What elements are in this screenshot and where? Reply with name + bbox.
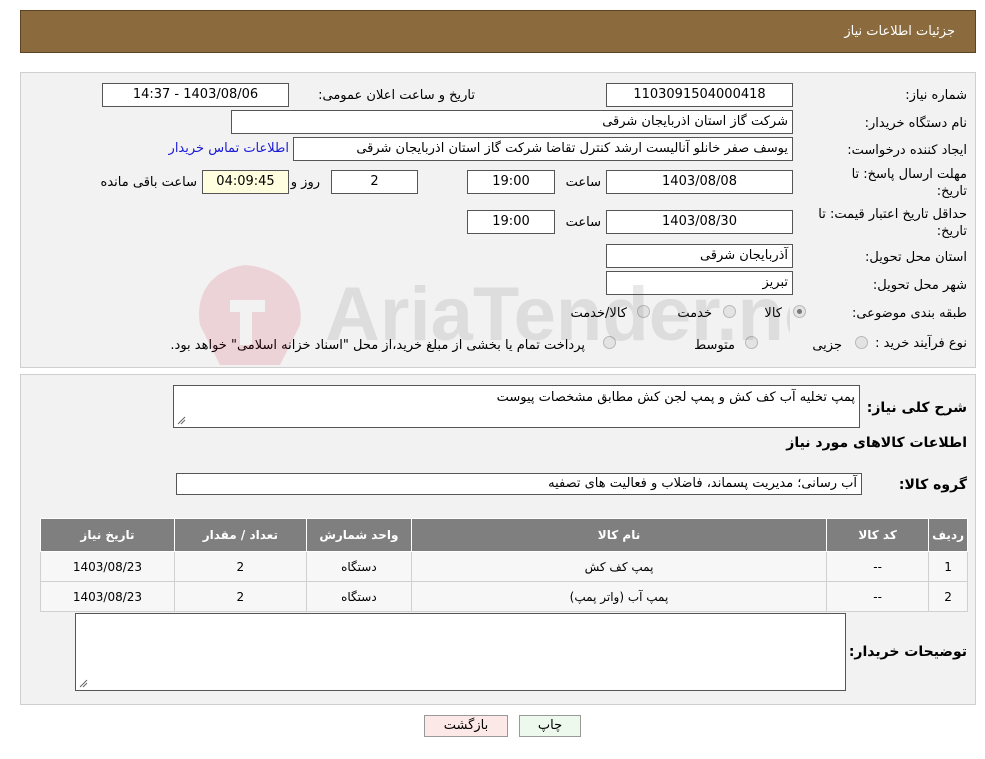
creator-field[interactable]: یوسف صفر خانلو آنالیست ارشد کنترل تقاضا …	[293, 137, 793, 161]
col-item-name: نام کالا	[411, 518, 827, 552]
process-radio-medium[interactable]	[745, 336, 758, 349]
city-label: شهر محل تحویل:	[872, 278, 967, 293]
print-button[interactable]: چاپ	[519, 715, 581, 737]
col-quantity: تعداد / مقدار	[173, 518, 307, 552]
goods-group-field[interactable]: آب رسانی؛ مدیریت پسماند، فاضلاب و فعالیت…	[176, 473, 862, 495]
cell-item-name: پمپ آب (واتر پمپ)	[411, 581, 827, 612]
validity-date-field[interactable]: 1403/08/30	[606, 210, 793, 234]
cell-need-date: 1403/08/23	[40, 551, 175, 582]
back-button[interactable]: بازگشت	[424, 715, 508, 737]
buyer-contact-link[interactable]: اطلاعات تماس خریدار	[169, 141, 289, 156]
resize-grip-icon[interactable]	[79, 679, 88, 688]
goods-info-title: اطلاعات کالاهای مورد نیاز	[786, 435, 967, 451]
need-number-label: شماره نیاز:	[905, 88, 967, 103]
category-label: طبقه بندی موضوعی:	[851, 306, 967, 321]
buyer-notes-textarea[interactable]	[75, 613, 846, 691]
validity-time-word: ساعت	[565, 215, 601, 230]
cell-row-number: 1	[928, 551, 968, 582]
cell-item-code: --	[825, 551, 930, 582]
description-text: پمپ تخلیه آب کف کش و پمپ لجن کش مطابق مش…	[496, 390, 855, 405]
cell-need-date: 1403/08/23	[40, 581, 175, 612]
announce-field[interactable]: 1403/08/06 - 14:37	[102, 83, 289, 107]
goods-table: ردیف کد کالا نام کالا واحد شمارش تعداد /…	[40, 518, 968, 612]
col-row-number: ردیف	[928, 518, 968, 552]
validity-time-field[interactable]: 19:00	[467, 210, 555, 234]
announce-label: تاریخ و ساعت اعلان عمومی:	[318, 88, 475, 103]
creator-label: ایجاد کننده درخواست:	[847, 143, 967, 158]
description-textarea[interactable]: پمپ تخلیه آب کف کش و پمپ لجن کش مطابق مش…	[173, 385, 860, 428]
table-row: 1 -- پمپ کف کش دستگاه 2 1403/08/23	[40, 551, 968, 582]
process-option-medium: متوسط	[694, 338, 735, 353]
process-radio-minor[interactable]	[855, 336, 868, 349]
cell-unit: دستگاه	[305, 551, 413, 582]
table-row: 2 -- پمپ آب (واتر پمپ) دستگاه 2 1403/08/…	[40, 581, 968, 612]
table-header-row: ردیف کد کالا نام کالا واحد شمارش تعداد /…	[40, 518, 968, 552]
province-label: استان محل تحویل:	[865, 250, 967, 265]
cell-row-number: 2	[928, 581, 968, 612]
page-title: جزئیات اطلاعات نیاز	[844, 24, 955, 39]
validity-label-line2: تاریخ:	[936, 224, 967, 239]
category-option-goods: کالا	[764, 306, 782, 321]
cell-item-name: پمپ کف کش	[411, 551, 827, 582]
need-number-field[interactable]: 1103091504000418	[606, 83, 793, 107]
province-field[interactable]: آذربایجان شرقی	[606, 244, 793, 268]
city-field[interactable]: تبریز	[606, 271, 793, 295]
page-header: جزئیات اطلاعات نیاز	[20, 10, 976, 53]
resize-grip-icon[interactable]	[177, 416, 186, 425]
deadline-time-word: ساعت	[565, 175, 601, 190]
buyer-org-field[interactable]: شرکت گاز استان اذربایجان شرقی	[231, 110, 793, 134]
deadline-label-line2: تاریخ:	[936, 184, 967, 199]
buyer-notes-label: توضیحات خریدار:	[848, 644, 967, 660]
cell-unit: دستگاه	[305, 581, 413, 612]
cell-quantity: 2	[173, 551, 307, 582]
process-treasury-note: پرداخت تمام یا بخشی از مبلغ خرید،از محل …	[170, 338, 585, 353]
process-option-minor: جزیی	[812, 338, 842, 353]
cell-quantity: 2	[173, 581, 307, 612]
goods-group-label: گروه کالا:	[898, 477, 967, 493]
deadline-time-field[interactable]: 19:00	[467, 170, 555, 194]
deadline-label-line1: مهلت ارسال پاسخ: تا	[851, 167, 967, 182]
category-radio-service[interactable]	[723, 305, 736, 318]
remaining-time-field: 04:09:45	[202, 170, 289, 194]
validity-label-line1: حداقل تاریخ اعتبار قیمت: تا	[818, 207, 967, 222]
col-unit: واحد شمارش	[305, 518, 413, 552]
process-label: نوع فرآیند خرید :	[875, 336, 967, 351]
category-radio-goods[interactable]	[793, 305, 806, 318]
category-option-goods-service: کالا/خدمت	[570, 306, 627, 321]
col-need-date: تاریخ نیاز	[40, 518, 175, 552]
cell-item-code: --	[825, 581, 930, 612]
deadline-date-field[interactable]: 1403/08/08	[606, 170, 793, 194]
col-item-code: کد کالا	[825, 518, 930, 552]
remaining-word: ساعت باقی مانده	[100, 175, 197, 190]
category-radio-goods-service[interactable]	[637, 305, 650, 318]
process-radio-treasury[interactable]	[603, 336, 616, 349]
days-field[interactable]: 2	[331, 170, 418, 194]
buyer-org-label: نام دستگاه خریدار:	[864, 116, 967, 131]
category-option-service: خدمت	[677, 306, 712, 321]
days-word: روز و	[290, 175, 320, 190]
description-label: شرح کلی نیاز:	[866, 400, 967, 416]
